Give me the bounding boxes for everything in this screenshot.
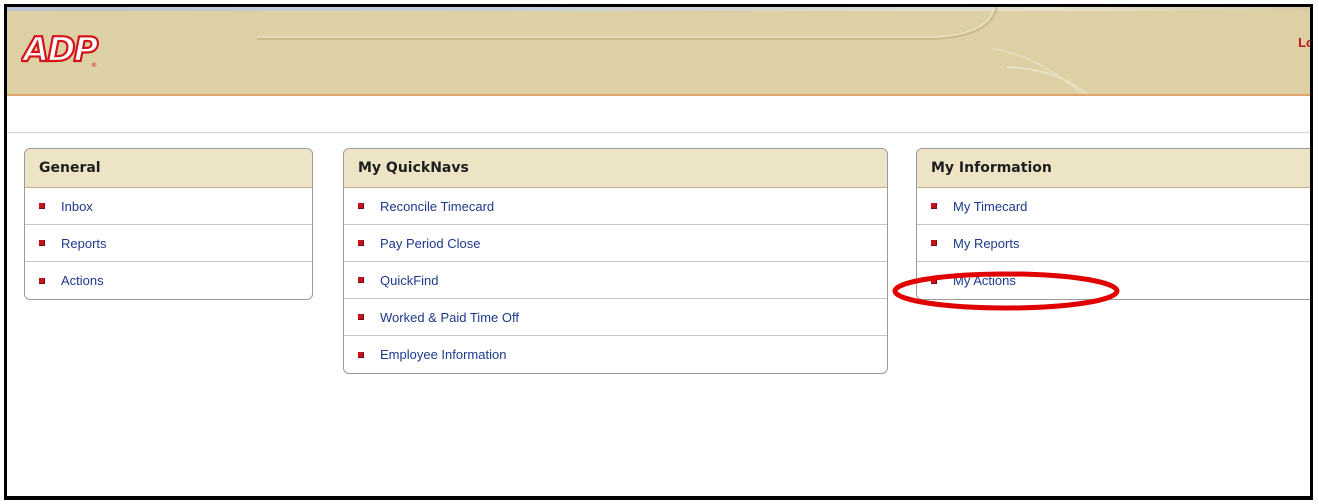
nav-item-worked-paid-time-off[interactable]: Worked & Paid Time Off bbox=[344, 299, 887, 336]
panel-my-quicknavs: My QuickNavs Reconcile Timecard Pay Peri… bbox=[343, 148, 888, 374]
nav-item-label[interactable]: My Timecard bbox=[953, 199, 1027, 214]
panel-general: General Inbox Reports Actions bbox=[24, 148, 313, 300]
nav-item-reconcile-timecard[interactable]: Reconcile Timecard bbox=[344, 188, 887, 225]
nav-item-pay-period-close[interactable]: Pay Period Close bbox=[344, 225, 887, 262]
bullet-icon bbox=[358, 351, 364, 358]
panel-title: My QuickNavs bbox=[344, 149, 887, 188]
nav-item-label[interactable]: Pay Period Close bbox=[380, 236, 480, 251]
nav-item-label[interactable]: Inbox bbox=[61, 199, 93, 214]
bullet-icon bbox=[39, 203, 45, 209]
nav-item-label[interactable]: Worked & Paid Time Off bbox=[380, 310, 519, 325]
nav-item-reports[interactable]: Reports bbox=[25, 225, 312, 262]
adp-logo: ADP ® bbox=[19, 25, 102, 75]
bullet-icon bbox=[358, 277, 364, 283]
nav-item-my-timecard[interactable]: My Timecard bbox=[917, 188, 1310, 225]
bullet-icon bbox=[358, 203, 364, 209]
nav-item-label[interactable]: Employee Information bbox=[380, 347, 506, 362]
header-decoration bbox=[257, 7, 1088, 94]
svg-text:®: ® bbox=[91, 62, 97, 69]
bullet-icon bbox=[358, 240, 364, 246]
adp-logo-icon: ADP ® bbox=[19, 29, 102, 71]
bullet-icon bbox=[931, 203, 937, 209]
nav-item-label[interactable]: QuickFind bbox=[380, 273, 439, 288]
bullet-icon bbox=[358, 314, 364, 320]
nav-item-label[interactable]: Reconcile Timecard bbox=[380, 199, 494, 214]
app-window: ADP ® Lo General Inbox Reports Actions M… bbox=[4, 4, 1313, 500]
nav-item-label[interactable]: Reports bbox=[61, 236, 107, 251]
panel-title: General bbox=[25, 149, 312, 188]
nav-item-actions[interactable]: Actions bbox=[25, 262, 312, 299]
nav-item-label[interactable]: My Reports bbox=[953, 236, 1019, 251]
sub-toolbar bbox=[7, 96, 1310, 133]
bullet-icon bbox=[39, 240, 45, 246]
highlight-ellipse-annotation bbox=[892, 271, 1120, 311]
bullet-icon bbox=[39, 277, 45, 284]
logout-link[interactable]: Lo bbox=[1298, 35, 1310, 50]
header-banner: ADP ® Lo bbox=[7, 7, 1310, 96]
nav-item-quickfind[interactable]: QuickFind bbox=[344, 262, 887, 299]
nav-item-my-reports[interactable]: My Reports bbox=[917, 225, 1310, 262]
adp-logo-text: ADP bbox=[21, 30, 99, 70]
nav-item-label[interactable]: Actions bbox=[61, 273, 104, 288]
nav-item-inbox[interactable]: Inbox bbox=[25, 188, 312, 225]
panel-title: My Information bbox=[917, 149, 1310, 188]
nav-item-employee-information[interactable]: Employee Information bbox=[344, 336, 887, 373]
bullet-icon bbox=[931, 240, 937, 246]
